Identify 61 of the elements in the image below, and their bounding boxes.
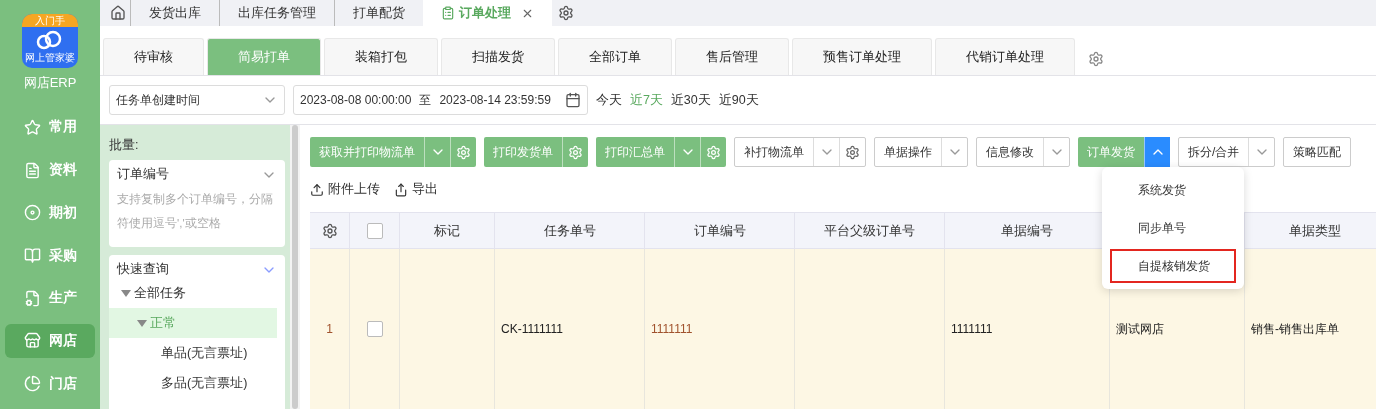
- date-range-link[interactable]: 近30天: [670, 91, 711, 109]
- chevron-up-icon[interactable]: [1144, 137, 1170, 167]
- column-header: 订单编号: [645, 213, 795, 249]
- document-icon: [23, 161, 41, 179]
- table-cell: 1111111: [945, 249, 1110, 409]
- page-tab[interactable]: 出库任务管理: [219, 0, 334, 26]
- tab[interactable]: 全部订单: [558, 38, 672, 75]
- menu-item[interactable]: 系统发货: [1110, 173, 1236, 207]
- tab[interactable]: 售后管理: [675, 38, 789, 75]
- expand-triangle-icon[interactable]: [137, 319, 147, 327]
- tab[interactable]: 代销订单处理: [935, 38, 1075, 75]
- book-icon: [23, 247, 41, 264]
- tab[interactable]: 预售订单处理: [792, 38, 932, 75]
- upload-icon: [310, 182, 324, 197]
- tab[interactable]: 扫描发货: [441, 38, 555, 75]
- date-type-select[interactable]: 任务单创建时间: [109, 85, 285, 115]
- page-tab[interactable]: 发货出库: [130, 0, 219, 26]
- quick-query-header[interactable]: 快速查询: [117, 261, 277, 278]
- tab[interactable]: 待审核: [103, 38, 204, 75]
- date-range-link[interactable]: 近90天: [718, 91, 759, 109]
- home-icon[interactable]: [110, 5, 126, 21]
- disc-icon: [23, 204, 41, 222]
- column-header: 任务单号: [495, 213, 645, 249]
- scrollbar-thumb[interactable]: [292, 125, 298, 409]
- order-number-input[interactable]: 支持复制多个订单编号，分隔符使用逗号','或空格: [109, 183, 285, 247]
- table-cell: 1111111: [645, 249, 795, 409]
- tab[interactable]: 装箱打包: [324, 38, 438, 75]
- column-header: 标记: [400, 213, 495, 249]
- settings-icon[interactable]: [321, 222, 338, 239]
- checkbox[interactable]: [366, 321, 383, 337]
- row-number: 1: [310, 249, 350, 409]
- table-cell: 销售-销售出库单: [1245, 249, 1376, 409]
- logo-badge: 入门手: [22, 14, 78, 27]
- column-header: 平台父级订单号: [795, 213, 945, 249]
- menu-item[interactable]: 同步单号: [1110, 211, 1236, 245]
- logo-caption: 网上管家婆: [25, 52, 75, 64]
- file-icon: [23, 289, 41, 307]
- tree-item[interactable]: 多品(无言票址): [109, 368, 277, 398]
- settings-icon[interactable]: [1088, 50, 1104, 67]
- star-icon: [23, 118, 41, 136]
- action-link[interactable]: 导出: [394, 181, 438, 198]
- table-cell: CK-1111111: [495, 249, 645, 409]
- expand-triangle-icon[interactable]: [121, 289, 131, 297]
- settings-icon[interactable]: [558, 5, 574, 21]
- checkbox[interactable]: [366, 222, 383, 239]
- order-number-select[interactable]: 订单编号: [109, 160, 285, 183]
- share-icon: [394, 182, 408, 197]
- store-icon: [23, 332, 41, 350]
- column-header: 单据类型: [1245, 213, 1376, 249]
- toolbar-button[interactable]: 策略匹配: [1284, 138, 1351, 166]
- tree-item[interactable]: 全部任务: [117, 278, 277, 308]
- batch-label: 批量:: [109, 137, 140, 154]
- calendar-icon: [564, 92, 581, 108]
- date-range-link[interactable]: 今天: [595, 91, 622, 109]
- clipboard-icon: [441, 6, 455, 20]
- date-range-field[interactable]: 2023-08-08 00:00:00 至 2023-08-14 23:59:59: [293, 85, 588, 115]
- tree-item[interactable]: 单品(无言票址): [109, 338, 277, 368]
- action-link[interactable]: 附件上传: [310, 181, 380, 198]
- pie-chart-icon: [23, 375, 41, 393]
- app-name: 网店ERP: [23, 74, 77, 92]
- menu-item[interactable]: 自提核销发货: [1110, 249, 1236, 283]
